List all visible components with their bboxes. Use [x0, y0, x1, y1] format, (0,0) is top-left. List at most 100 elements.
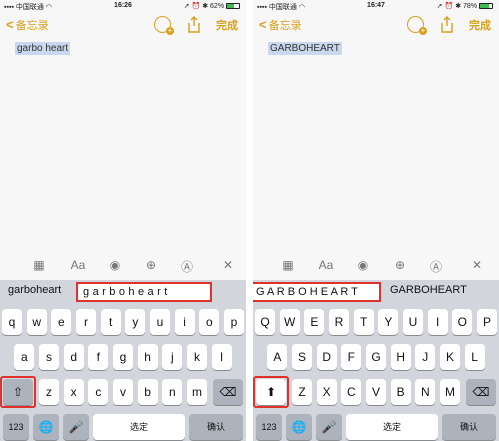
- key-p[interactable]: P: [476, 309, 497, 335]
- key-s[interactable]: s: [38, 344, 60, 370]
- format-icon[interactable]: Aa: [317, 258, 335, 272]
- key-e[interactable]: E: [304, 309, 325, 335]
- return-key[interactable]: 确认: [189, 414, 243, 440]
- key-o[interactable]: O: [452, 309, 473, 335]
- people-icon[interactable]: [407, 16, 427, 35]
- key-g[interactable]: G: [365, 344, 387, 370]
- key-t[interactable]: T: [353, 309, 374, 335]
- key-l[interactable]: l: [211, 344, 232, 370]
- key-m[interactable]: M: [439, 379, 460, 405]
- key-h[interactable]: H: [390, 344, 411, 370]
- key-c[interactable]: c: [88, 379, 109, 405]
- add-icon[interactable]: ⊕: [142, 258, 160, 272]
- right-screen: ▪▪▪▪ 中国联通 ◠ 16:47 ➚ ⏰ ✱ 78% <备忘录 完成 GARB…: [253, 0, 499, 441]
- people-icon[interactable]: [154, 16, 174, 35]
- backspace-icon: ⌫: [219, 385, 237, 399]
- key-u[interactable]: U: [402, 309, 423, 335]
- status-bar: ▪▪▪▪ 中国联通 ◠ 16:47 ➚ ⏰ ✱ 78%: [253, 0, 499, 12]
- share-icon[interactable]: [440, 16, 454, 33]
- globe-key[interactable]: 🌐: [33, 414, 59, 440]
- space-key[interactable]: 选定: [346, 414, 438, 440]
- key-a[interactable]: a: [14, 344, 35, 370]
- key-w[interactable]: W: [279, 309, 300, 335]
- key-n[interactable]: n: [162, 379, 183, 405]
- done-button[interactable]: 完成: [469, 17, 491, 33]
- back-button[interactable]: < 备忘录: [6, 17, 49, 33]
- numbers-key[interactable]: 123: [256, 414, 282, 440]
- key-i[interactable]: i: [174, 309, 195, 335]
- checklist-icon[interactable]: ◉: [354, 258, 372, 272]
- key-v[interactable]: V: [365, 379, 387, 405]
- return-key[interactable]: 确认: [442, 414, 496, 440]
- share-icon[interactable]: [187, 16, 201, 33]
- key-k[interactable]: K: [439, 344, 460, 370]
- key-m[interactable]: m: [186, 379, 207, 405]
- prediction-highlight[interactable]: g a r b o h e a r t: [76, 282, 212, 302]
- key-f[interactable]: f: [88, 344, 109, 370]
- key-g[interactable]: g: [112, 344, 134, 370]
- key-x[interactable]: X: [316, 379, 337, 405]
- keyboard: q w e r t y u i o p a s d f g h j k l ⇧ z x c v b n m ⌫ 123 🌐 🎤 选定 确认: [0, 304, 246, 441]
- key-x[interactable]: x: [63, 379, 84, 405]
- key-r[interactable]: R: [328, 309, 350, 335]
- note-text[interactable]: garbo heart: [15, 42, 71, 55]
- key-y[interactable]: Y: [378, 309, 399, 335]
- numbers-key[interactable]: 123: [3, 414, 29, 440]
- key-d[interactable]: d: [63, 344, 84, 370]
- globe-key[interactable]: 🌐: [286, 414, 312, 440]
- format-icon[interactable]: Aa: [69, 258, 87, 272]
- alarm-icon: ⏰: [444, 3, 454, 10]
- key-l[interactable]: L: [464, 344, 485, 370]
- note-text[interactable]: GARBOHEART: [268, 42, 342, 55]
- checklist-icon[interactable]: ◉: [106, 258, 124, 272]
- key-u[interactable]: u: [149, 309, 170, 335]
- backspace-key[interactable]: ⌫: [213, 379, 243, 405]
- key-i[interactable]: I: [427, 309, 448, 335]
- key-j[interactable]: J: [415, 344, 436, 370]
- key-q[interactable]: Q: [255, 309, 276, 335]
- key-n[interactable]: N: [415, 379, 436, 405]
- close-icon[interactable]: ✕: [468, 258, 486, 272]
- battery-percent: 78%: [463, 3, 478, 10]
- prediction-highlight[interactable]: G A R B O H E A R T: [253, 282, 381, 302]
- key-r[interactable]: r: [75, 309, 97, 335]
- prediction-plain[interactable]: GARBOHEART: [390, 284, 467, 296]
- key-y[interactable]: y: [125, 309, 146, 335]
- key-v[interactable]: v: [112, 379, 134, 405]
- key-e[interactable]: e: [51, 309, 72, 335]
- key-k[interactable]: k: [186, 344, 207, 370]
- key-z[interactable]: Z: [291, 379, 313, 405]
- key-f[interactable]: F: [341, 344, 362, 370]
- mic-key[interactable]: 🎤: [316, 414, 342, 440]
- mic-icon: 🎤: [321, 420, 337, 434]
- back-button[interactable]: < 备忘录: [259, 17, 302, 33]
- key-z[interactable]: z: [38, 379, 60, 405]
- backspace-key[interactable]: ⌫: [466, 379, 496, 405]
- key-b[interactable]: B: [390, 379, 411, 405]
- globe-icon: 🌐: [38, 420, 54, 434]
- key-c[interactable]: C: [341, 379, 362, 405]
- space-key[interactable]: 选定: [93, 414, 185, 440]
- mic-key[interactable]: 🎤: [63, 414, 89, 440]
- key-b[interactable]: b: [137, 379, 158, 405]
- key-q[interactable]: q: [2, 309, 23, 335]
- key-d[interactable]: D: [316, 344, 337, 370]
- close-icon[interactable]: ✕: [219, 258, 237, 272]
- done-button[interactable]: 完成: [216, 17, 238, 33]
- globe-icon: 🌐: [291, 420, 307, 434]
- table-icon[interactable]: ▦: [30, 258, 48, 272]
- markup-icon[interactable]: Ⓐ: [178, 258, 196, 275]
- markup-icon[interactable]: Ⓐ: [427, 258, 445, 275]
- key-t[interactable]: t: [100, 309, 121, 335]
- key-h[interactable]: h: [137, 344, 158, 370]
- prediction-bar: ∧ G A R B O H E A R T GARBOHEART: [253, 280, 499, 304]
- prediction-plain[interactable]: garboheart: [8, 284, 61, 296]
- table-icon[interactable]: ▦: [279, 258, 297, 272]
- key-a[interactable]: A: [267, 344, 288, 370]
- key-s[interactable]: S: [291, 344, 313, 370]
- key-j[interactable]: j: [162, 344, 183, 370]
- key-w[interactable]: w: [26, 309, 47, 335]
- key-o[interactable]: o: [199, 309, 220, 335]
- add-icon[interactable]: ⊕: [391, 258, 409, 272]
- key-p[interactable]: p: [223, 309, 244, 335]
